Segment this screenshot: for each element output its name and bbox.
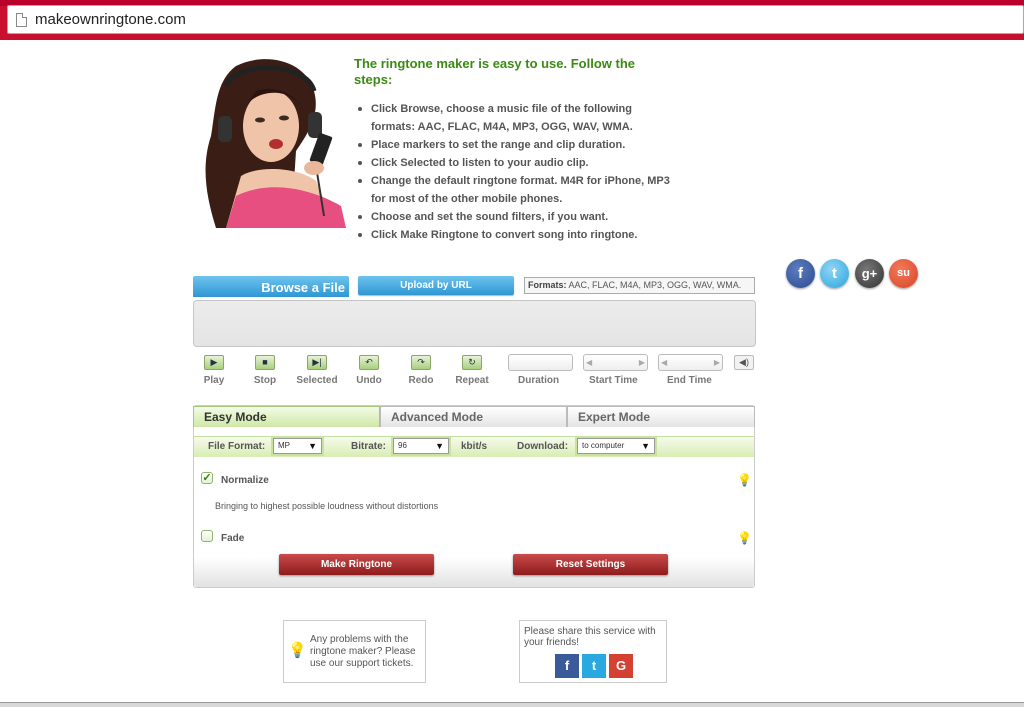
twitter-share-icon[interactable]: t — [582, 654, 606, 678]
volume-icon[interactable]: ◀) — [734, 355, 754, 370]
lightbulb-icon[interactable]: 💡 — [737, 531, 752, 547]
duration-label: Duration — [518, 375, 560, 386]
google-plus-icon[interactable]: g+ — [855, 259, 884, 288]
page-icon — [16, 13, 27, 27]
play-label: Play — [203, 375, 225, 386]
file-format-label: File Format: — [208, 441, 266, 452]
bitrate-select[interactable]: 96 ▼ — [393, 438, 449, 454]
normalize-label: Normalize — [221, 475, 269, 486]
download-value: to computer — [582, 441, 625, 450]
fade-checkbox[interactable] — [201, 530, 213, 542]
reset-settings-button[interactable]: Reset Settings — [513, 554, 668, 575]
bitrate-value: 96 — [398, 441, 407, 450]
bitrate-unit: kbit/s — [461, 441, 488, 452]
lightbulb-icon[interactable]: 💡 — [737, 473, 752, 489]
step-item: Choose and set the sound filters, if you… — [356, 208, 676, 226]
help-text[interactable]: Any problems with the ringtone maker? Pl… — [310, 634, 422, 670]
twitter-icon[interactable]: t — [820, 259, 849, 288]
fade-label: Fade — [221, 533, 245, 544]
make-ringtone-button[interactable]: Make Ringtone — [279, 554, 434, 575]
step-item: Click Browse, choose a music file of the… — [356, 100, 676, 136]
step-item: Click Make Ringtone to convert song into… — [356, 226, 676, 244]
file-format-select[interactable]: MP ▼ — [273, 438, 322, 454]
share-box: Please share this service with your frie… — [519, 620, 667, 683]
selected-control[interactable]: ▶| Selected — [295, 355, 339, 386]
intro-title: The ringtone maker is easy to use. Follo… — [354, 56, 636, 87]
taskbar-strip — [0, 702, 1024, 707]
lightbulb-icon: 💡 — [288, 642, 307, 659]
end-increase-icon[interactable]: ▶ — [714, 358, 720, 367]
panel-footer — [194, 557, 754, 587]
undo-control[interactable]: ↶ Undo — [355, 355, 383, 386]
mode-panel — [193, 405, 755, 588]
google-share-icon[interactable]: G — [609, 654, 633, 678]
repeat-control[interactable]: ↻ Repeat — [453, 355, 491, 386]
facebook-share-icon[interactable]: f — [555, 654, 579, 678]
step-item: Place markers to set the range and clip … — [356, 136, 676, 154]
upload-by-url-button[interactable]: Upload by URL — [358, 276, 514, 295]
waveform-area[interactable] — [193, 300, 756, 347]
repeat-label: Repeat — [455, 375, 489, 386]
normalize-checkbox[interactable]: ✓ — [201, 472, 213, 484]
normalize-description: Bringing to highest possible loudness wi… — [215, 501, 439, 511]
share-text: Please share this service with your frie… — [524, 626, 656, 648]
browse-file-button[interactable]: Browse a File — [193, 276, 349, 297]
formats-label: Formats: — [528, 280, 567, 290]
download-select[interactable]: to computer ▼ — [577, 438, 655, 454]
facebook-icon[interactable]: f — [786, 259, 815, 288]
download-label: Download: — [517, 441, 569, 452]
redo-control[interactable]: ↷ Redo — [407, 355, 435, 386]
chevron-down-icon: ▼ — [641, 441, 650, 451]
end-decrease-icon[interactable]: ◀ — [661, 358, 667, 367]
duration-field — [508, 354, 573, 371]
redo-icon[interactable]: ↷ — [411, 355, 431, 370]
browser-toolbar: makeownringtone.com — [0, 0, 1024, 40]
end-time-field[interactable]: ◀ ▶ — [658, 354, 723, 371]
tab-advanced-mode[interactable]: Advanced Mode — [380, 406, 567, 427]
play-control[interactable]: ▶ Play — [201, 355, 227, 386]
steps-list: Click Browse, choose a music file of the… — [356, 100, 676, 244]
address-bar-url[interactable]: makeownringtone.com — [35, 11, 186, 28]
stop-label: Stop — [253, 375, 277, 386]
start-decrease-icon[interactable]: ◀ — [586, 358, 592, 367]
repeat-icon[interactable]: ↻ — [462, 355, 482, 370]
stumbleupon-icon[interactable]: su — [889, 259, 918, 288]
step-item: Change the default ringtone format. M4R … — [356, 172, 676, 208]
play-icon[interactable]: ▶ — [204, 355, 224, 370]
redo-label: Redo — [408, 375, 434, 386]
step-item: Click Selected to listen to your audio c… — [356, 154, 676, 172]
start-time-field[interactable]: ◀ ▶ — [583, 354, 648, 371]
undo-label: Undo — [356, 375, 382, 386]
tab-expert-mode[interactable]: Expert Mode — [567, 406, 755, 427]
play-selection-icon[interactable]: ▶| — [307, 355, 327, 370]
formats-value: AAC, FLAC, M4A, MP3, OGG, WAV, WMA. — [568, 280, 742, 290]
stop-icon[interactable]: ■ — [255, 355, 275, 370]
start-time-label: Start Time — [589, 375, 638, 386]
tab-easy-mode[interactable]: Easy Mode — [193, 406, 380, 427]
stop-control[interactable]: ■ Stop — [252, 355, 278, 386]
help-box: 💡 Any problems with the ringtone maker? … — [283, 620, 426, 683]
address-bar[interactable]: makeownringtone.com — [7, 5, 1024, 34]
selected-label: Selected — [296, 375, 338, 386]
file-format-value: MP — [278, 441, 290, 450]
start-increase-icon[interactable]: ▶ — [639, 358, 645, 367]
chevron-down-icon: ▼ — [435, 441, 444, 451]
bitrate-label: Bitrate: — [351, 441, 387, 452]
end-time-label: End Time — [667, 375, 712, 386]
singer-illustration — [205, 59, 346, 228]
undo-icon[interactable]: ↶ — [359, 355, 379, 370]
formats-info: Formats: AAC, FLAC, M4A, MP3, OGG, WAV, … — [524, 277, 755, 294]
chevron-down-icon: ▼ — [308, 441, 317, 451]
